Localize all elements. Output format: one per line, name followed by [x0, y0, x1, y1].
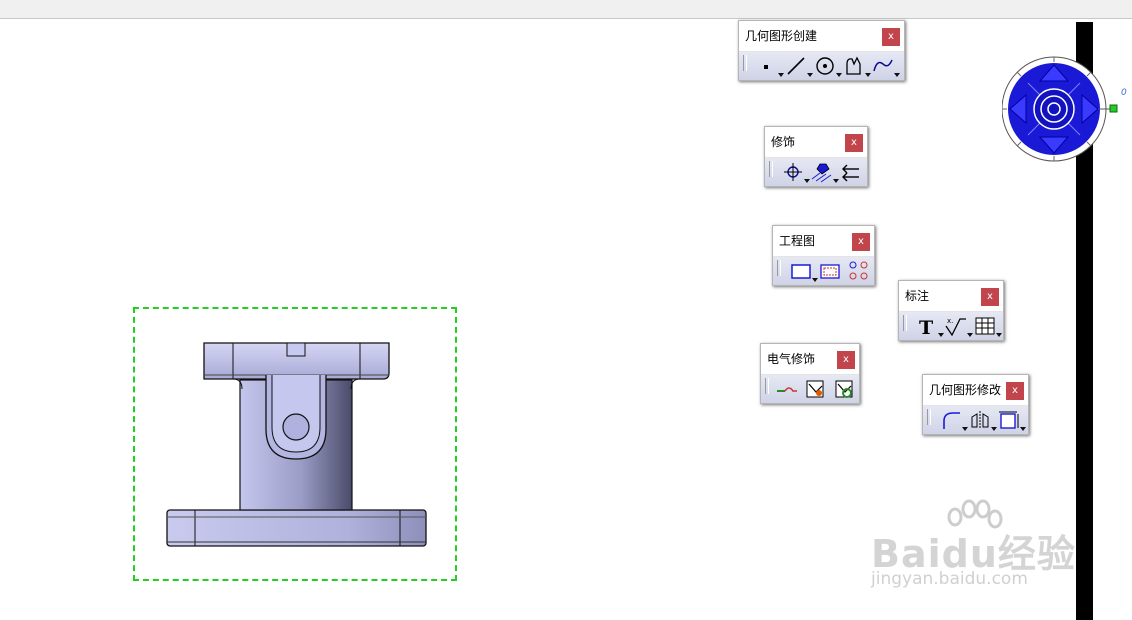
toolbar-header[interactable]: 标注 x [899, 281, 1003, 311]
close-button[interactable]: x [852, 233, 870, 251]
close-button[interactable]: x [845, 134, 863, 152]
toolbar-geometry-creation[interactable]: 几何图形创建 x [738, 20, 905, 81]
toolbar-header[interactable]: 几何图形修改 x [923, 375, 1028, 405]
toolbar-title: 电气修饰 [767, 352, 816, 366]
new-sheet-icon[interactable] [789, 260, 818, 282]
point-icon[interactable] [755, 55, 784, 77]
toolbar-dress-up[interactable]: 修饰 x [764, 126, 868, 187]
svg-text:x.: x. [947, 317, 953, 325]
area-fill-icon[interactable] [810, 161, 839, 183]
toolbar-grip-handle[interactable] [903, 315, 907, 331]
curve-icon[interactable] [871, 55, 900, 77]
roughness-symbol-icon[interactable]: x. [944, 315, 973, 337]
view-compass[interactable] [1001, 55, 1122, 165]
toolbar-header[interactable]: 几何图形创建 x [739, 21, 904, 51]
close-button[interactable]: x [837, 351, 855, 369]
toolbar-electrical-dress-up[interactable]: 电气修饰 x [760, 343, 860, 404]
text-icon[interactable]: T [915, 315, 944, 337]
new-view-icon[interactable] [818, 260, 842, 282]
toolbar-grip-handle[interactable] [769, 161, 773, 177]
symmetry-icon[interactable] [968, 409, 997, 431]
toolbar-header[interactable]: 工程图 x [773, 226, 874, 256]
window-top-bar [0, 0, 1132, 19]
watermark-url: jingyan.baidu.com [871, 569, 1028, 589]
arrow-icon[interactable] [839, 161, 863, 183]
toolbar-header[interactable]: 修饰 x [765, 127, 867, 157]
close-button[interactable]: x [882, 28, 900, 46]
instantiate-2d-component-icon[interactable] [847, 260, 871, 282]
toolbar-header[interactable]: 电气修饰 x [761, 344, 859, 374]
corner-icon[interactable] [939, 409, 968, 431]
bundle-icon[interactable] [804, 378, 828, 400]
toolbar-title: 几何图形修改 [929, 383, 1002, 397]
wire-icon[interactable] [775, 378, 799, 400]
toolbar-annotation[interactable]: 标注 x T x. [898, 280, 1004, 341]
table-icon[interactable] [973, 315, 1002, 337]
toolbar-title: 修饰 [771, 135, 796, 149]
toolbar-grip-handle[interactable] [765, 378, 769, 394]
circle-icon[interactable] [813, 55, 842, 77]
toolbar-title: 工程图 [779, 234, 816, 248]
baidu-watermark: Baidu经验 jingyan.baidu.com [865, 495, 1075, 595]
toolbar-title: 几何图形创建 [745, 29, 818, 43]
svg-text:T: T [919, 317, 933, 337]
toolbar-drawing[interactable]: 工程图 x [772, 225, 875, 286]
toolbar-grip-handle[interactable] [927, 409, 931, 425]
toolbar-geometry-modification[interactable]: 几何图形修改 x [922, 374, 1029, 435]
toolbar-grip-handle[interactable] [743, 55, 747, 71]
close-button[interactable]: x [1006, 382, 1024, 400]
transformation-icon[interactable] [997, 409, 1026, 431]
compass-label: 0 [1121, 88, 1127, 98]
profile-icon[interactable] [842, 55, 871, 77]
close-button[interactable]: x [981, 288, 999, 306]
toolbar-title: 标注 [905, 289, 930, 303]
part-view[interactable] [160, 337, 430, 556]
center-line-icon[interactable] [781, 161, 810, 183]
line-icon[interactable] [784, 55, 813, 77]
toolbar-grip-handle[interactable] [777, 260, 781, 276]
connector-icon[interactable] [833, 378, 857, 400]
